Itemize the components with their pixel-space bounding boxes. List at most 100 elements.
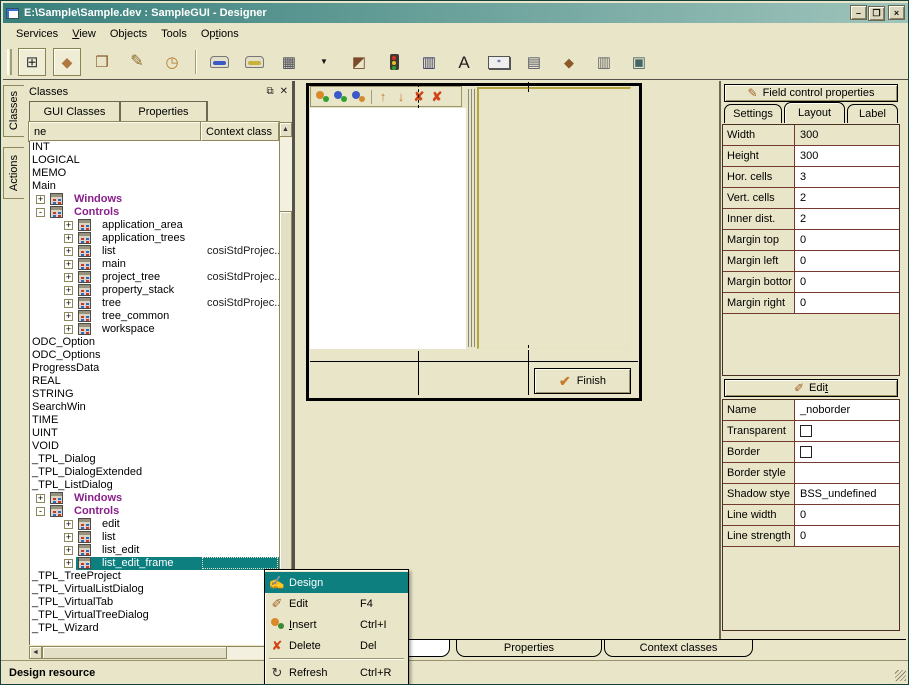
edit-section-button[interactable]: ✐ Edit [724, 379, 898, 397]
tree-item-_TPL_VirtualTreeDialog[interactable]: _TPL_VirtualTreeDialog [30, 609, 279, 622]
right-panel-splitter[interactable] [719, 81, 721, 639]
tree-item-list[interactable]: +list [30, 531, 279, 544]
scroll-left-button[interactable]: ◄ [29, 646, 42, 659]
maximize-button[interactable]: ❐ [868, 6, 885, 21]
collapse-icon[interactable]: - [36, 507, 45, 516]
property-value[interactable] [795, 421, 899, 441]
tree-item-_TPL_Dialog[interactable]: _TPL_Dialog [30, 453, 279, 466]
dialog-button[interactable]: ▣ [625, 48, 653, 76]
tree-item-TIME[interactable]: TIME [30, 414, 279, 427]
expand-icon[interactable]: + [64, 221, 73, 230]
tree-item-workspace[interactable]: +workspace [30, 323, 279, 336]
vertical-scrollbar-thumb[interactable] [279, 211, 292, 631]
context-menu-delete[interactable]: ✘DeleteDel [265, 635, 408, 656]
tree-item-_TPL_VirtualTab[interactable]: _TPL_VirtualTab [30, 596, 279, 609]
table-button[interactable]: ▥ [415, 48, 443, 76]
tree-item-Controls[interactable]: -Controls [30, 505, 279, 518]
menu-objects[interactable]: Objects [103, 26, 154, 42]
field-control-properties-button[interactable]: ✎ Field control properties [724, 84, 898, 102]
tree-item-_TPL_Wizard[interactable]: _TPL_Wizard [30, 622, 279, 635]
server-button[interactable]: ▥ [590, 48, 618, 76]
tree-item-list_edit_frame[interactable]: +list_edit_frame [30, 557, 279, 570]
tree-item-Controls[interactable]: -Controls [30, 206, 279, 219]
tree-item-Main[interactable]: Main [30, 180, 279, 193]
link-objects-button[interactable] [350, 90, 366, 103]
property-value[interactable]: 2 [795, 188, 899, 208]
toolbar-grip[interactable] [7, 49, 12, 75]
tab-settings[interactable]: Settings [724, 104, 782, 123]
context-menu-refresh[interactable]: ↻RefreshCtrl+R [265, 662, 408, 683]
move-up-button[interactable]: ↑ [375, 90, 391, 103]
button-control-button[interactable]: ⌗ [485, 48, 513, 76]
edit-document-button[interactable]: ✎ [123, 48, 151, 76]
menu-view[interactable]: View [65, 26, 103, 42]
close-panel-icon[interactable]: ✕ [280, 86, 288, 97]
history-clock-button[interactable]: ◷ [158, 48, 186, 76]
property-value[interactable]: 0 [795, 526, 899, 546]
expand-icon[interactable]: + [64, 260, 73, 269]
collapse-icon[interactable]: - [36, 208, 45, 217]
checkbox-unchecked[interactable] [800, 425, 812, 437]
delete-all-button[interactable]: ✘ [429, 90, 445, 103]
expand-icon[interactable]: + [64, 247, 73, 256]
property-value[interactable]: _noborder [795, 400, 899, 420]
menu-options[interactable]: Options [194, 26, 246, 42]
save-drive-blue-button[interactable] [205, 48, 233, 76]
property-value[interactable]: 2 [795, 209, 899, 229]
column-header-context-class[interactable]: Context class [201, 122, 279, 141]
tab-properties-left[interactable]: Properties [120, 101, 207, 122]
property-value[interactable]: BSS_undefined [795, 484, 899, 504]
property-value[interactable]: 0 [795, 272, 899, 292]
expand-icon[interactable]: + [64, 273, 73, 282]
tree-item-list_edit[interactable]: +list_edit [30, 544, 279, 557]
minimize-button[interactable]: – [850, 5, 867, 20]
tree-item-INT[interactable]: INT [30, 141, 279, 154]
tree-item-application_area[interactable]: +application_area [30, 219, 279, 232]
expand-icon[interactable]: + [64, 559, 73, 568]
delete-button[interactable]: ✘ [411, 90, 427, 103]
property-value[interactable]: 3 [795, 167, 899, 187]
design-list-area[interactable] [310, 108, 466, 349]
tree-item-Windows[interactable]: +Windows [30, 193, 279, 206]
save-drive-yellow-button[interactable] [240, 48, 268, 76]
menu-services[interactable]: Services [9, 26, 65, 42]
tab-label[interactable]: Label [847, 104, 898, 123]
design-splitter[interactable] [468, 89, 476, 347]
dock-tab-actions[interactable]: Actions [3, 147, 24, 199]
expand-icon[interactable]: + [36, 494, 45, 503]
insert-child-button[interactable] [332, 90, 348, 103]
move-down-button[interactable]: ↓ [393, 90, 409, 103]
menu-tools[interactable]: Tools [154, 26, 194, 42]
expand-icon[interactable]: + [64, 286, 73, 295]
tree-item-_TPL_VirtualListDialog[interactable]: _TPL_VirtualListDialog [30, 583, 279, 596]
float-panel-icon[interactable]: ⧉ [266, 86, 273, 97]
bottom-tab-properties[interactable]: Properties [456, 640, 602, 657]
property-value[interactable]: 0 [795, 230, 899, 250]
expand-icon[interactable]: + [64, 312, 73, 321]
tree-item-VOID[interactable]: VOID [30, 440, 279, 453]
finish-button[interactable]: ✔ Finish [534, 368, 631, 394]
tree-item-ProgressData[interactable]: ProgressData [30, 362, 279, 375]
property-value[interactable]: 300 [795, 146, 899, 166]
tree-item-STRING[interactable]: STRING [30, 388, 279, 401]
property-value[interactable] [795, 463, 899, 483]
context-menu-edit[interactable]: ✐EditF4 [265, 593, 408, 614]
design-panel-area[interactable] [477, 87, 631, 349]
tree-item-ODC_Options[interactable]: ODC_Options [30, 349, 279, 362]
expand-icon[interactable]: + [64, 546, 73, 555]
eraser-button[interactable]: ◆ [53, 48, 81, 76]
tree-item-Windows[interactable]: +Windows [30, 492, 279, 505]
horizontal-scrollbar-thumb[interactable] [42, 646, 227, 659]
form-button[interactable]: ▤ [520, 48, 548, 76]
link-window-button[interactable]: ◩ [345, 48, 373, 76]
close-button[interactable]: × [888, 5, 905, 20]
tab-gui-classes[interactable]: GUI Classes [29, 101, 120, 122]
tree-item-project_tree[interactable]: +project_treecosiStdProjec... [30, 271, 279, 284]
column-header-name[interactable]: ne [29, 122, 201, 141]
expand-icon[interactable]: + [64, 234, 73, 243]
property-value[interactable]: 300 [795, 125, 899, 145]
dock-tab-classes[interactable]: Classes [3, 85, 24, 137]
book-button[interactable]: ❒ [88, 48, 116, 76]
eraser2-button[interactable]: ◆ [555, 48, 583, 76]
expand-icon[interactable]: + [64, 533, 73, 542]
